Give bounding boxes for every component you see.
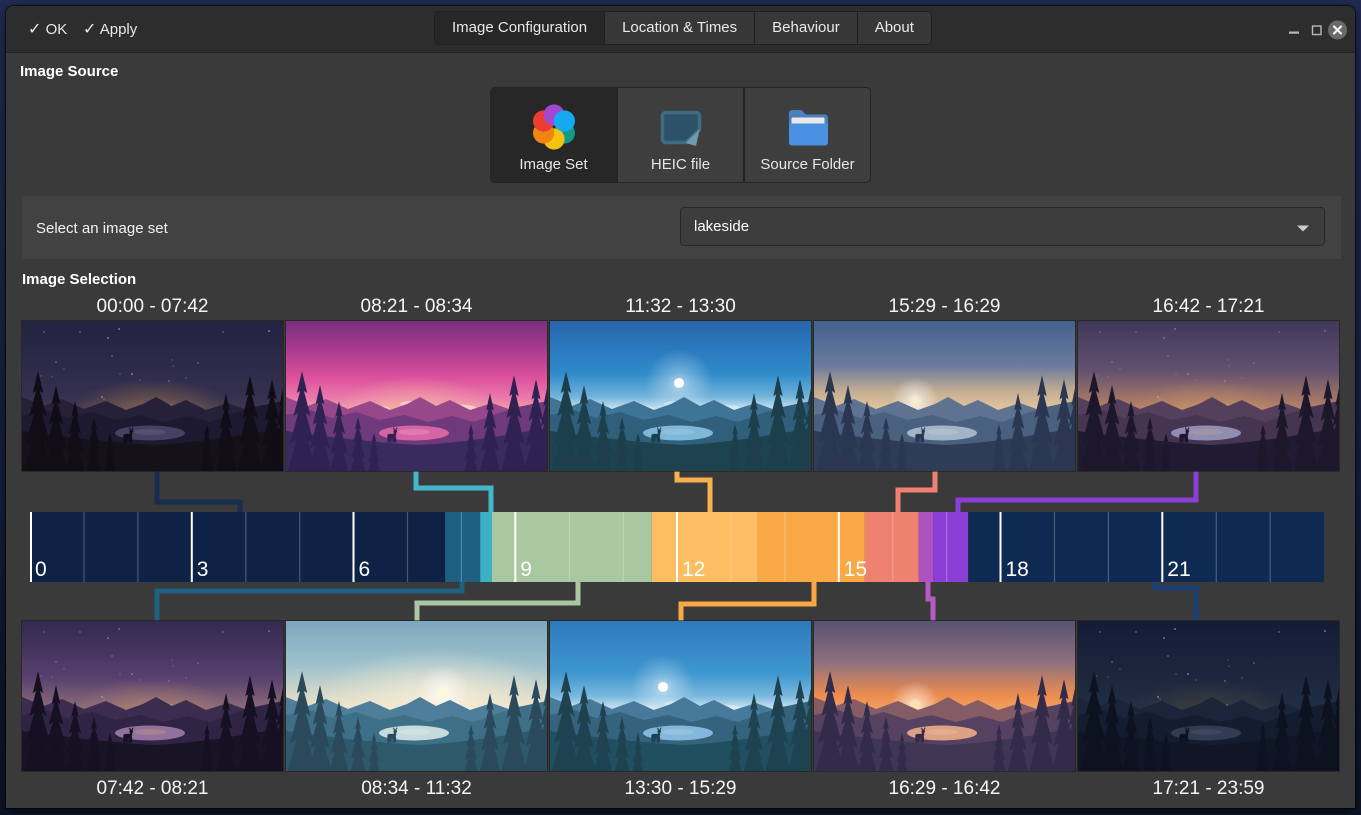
svg-text:21: 21 [1167, 558, 1190, 581]
svg-text:12: 12 [682, 558, 705, 581]
svg-text:18: 18 [1006, 558, 1029, 581]
svg-text:9: 9 [520, 558, 532, 581]
svg-text:0: 0 [35, 558, 47, 581]
svg-text:15: 15 [844, 558, 867, 581]
svg-text:6: 6 [359, 558, 371, 581]
svg-text:3: 3 [197, 558, 209, 581]
